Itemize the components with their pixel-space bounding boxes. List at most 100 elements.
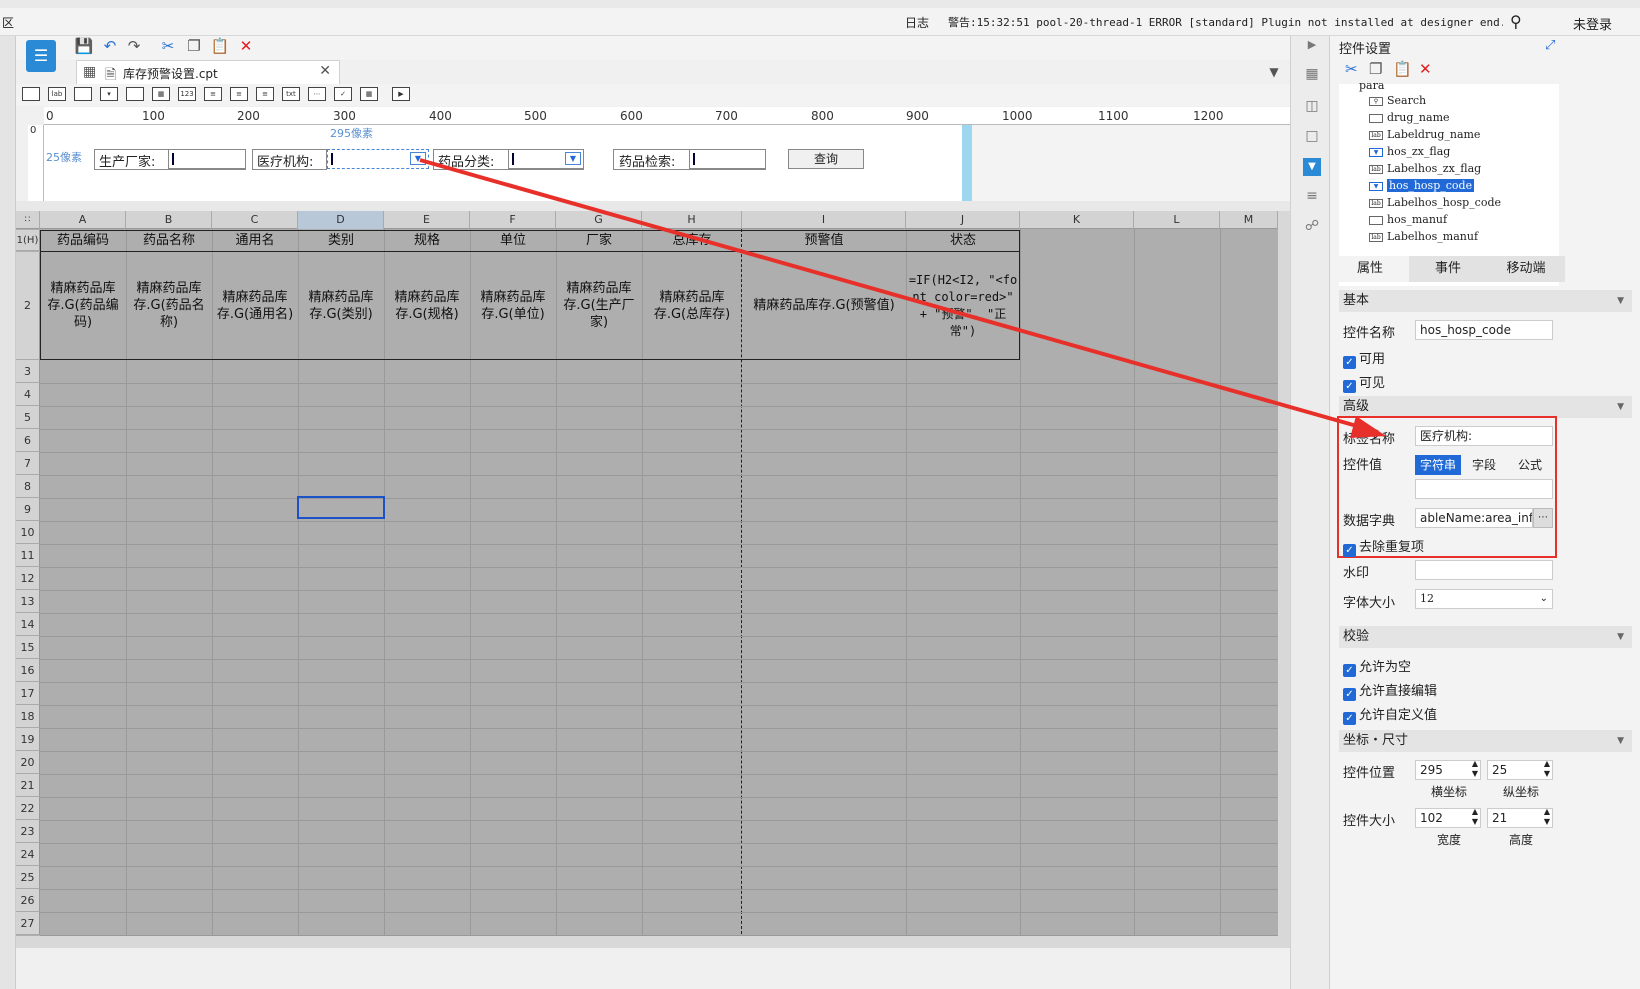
log-label[interactable]: 日志 <box>905 14 929 31</box>
redo-icon[interactable]: ↷ <box>124 36 144 56</box>
row-header[interactable]: 15 <box>16 636 40 659</box>
tree-item-selected[interactable]: ▼ hos_hosp_code <box>1369 179 1475 192</box>
row-header[interactable]: 25 <box>16 866 40 889</box>
checkgroup-widget-icon[interactable]: ✓ <box>334 87 352 101</box>
header-cell[interactable]: 通用名 <box>212 230 298 251</box>
tree-item[interactable]: ▼ hos_zx_flag <box>1369 145 1450 158</box>
split-divider[interactable] <box>16 201 1290 211</box>
section-validation[interactable]: 校验 ▼ <box>1339 626 1632 648</box>
data-cell[interactable]: 精麻药品库存.G(生产厂家) <box>556 252 642 359</box>
delete-icon[interactable]: ✕ <box>1419 60 1432 78</box>
column-header[interactable]: C <box>212 211 298 229</box>
value-type-string[interactable]: 字符串 <box>1415 455 1461 475</box>
data-cell[interactable]: 精麻药品库存.G(总库存) <box>642 252 742 359</box>
row-header[interactable]: 2 <box>16 252 40 360</box>
row-header[interactable]: 24 <box>16 843 40 866</box>
value-input[interactable] <box>1415 479 1553 499</box>
row-header[interactable]: 4 <box>16 383 40 406</box>
manufacturer-input[interactable] <box>168 149 246 169</box>
label-widget-icon[interactable] <box>22 87 40 101</box>
row-header[interactable]: 14 <box>16 613 40 636</box>
row-header[interactable]: 26 <box>16 889 40 912</box>
x-spinner[interactable]: 295 ▲ ▼ <box>1415 760 1481 780</box>
width-spinner[interactable]: 102 ▲ ▼ <box>1415 808 1481 828</box>
template-icon[interactable]: ☰ <box>26 40 56 72</box>
column-header[interactable]: J <box>906 211 1020 229</box>
tab-report[interactable]: ▦ 🗎 库存预警设置.cpt ✕ <box>76 60 340 84</box>
row-header[interactable]: 13 <box>16 590 40 613</box>
header-cell[interactable]: 状态 <box>906 230 1020 251</box>
spinner-arrows-icon[interactable]: ▲ ▼ <box>1472 809 1478 827</box>
undo-icon[interactable]: ↶ <box>100 36 120 56</box>
spreadsheet-grid[interactable]: ∷ A B C D E F G H I J K L M 1(H) 2345678… <box>16 211 1290 936</box>
textarea-widget-icon[interactable]: ≡ <box>204 87 222 101</box>
text-tag-widget-icon[interactable]: txt <box>282 87 300 101</box>
column-header[interactable]: D <box>298 211 384 229</box>
tree-widget-icon[interactable]: ▦ <box>360 87 378 101</box>
header-cell[interactable]: 药品编码 <box>40 230 126 251</box>
cut-icon[interactable]: ✂ <box>158 36 178 56</box>
tree-item[interactable]: lab Labelhos_hosp_code <box>1369 196 1501 209</box>
spinner-arrows-icon[interactable]: ▲ ▼ <box>1472 761 1478 779</box>
row-header[interactable]: 3 <box>16 360 40 383</box>
row-header[interactable]: 20 <box>16 751 40 774</box>
cut-icon[interactable]: ✂ <box>1345 60 1358 78</box>
row-header[interactable]: 12 <box>16 567 40 590</box>
number-widget-icon[interactable]: 123 <box>178 87 196 101</box>
section-basic[interactable]: 基本 ▼ <box>1339 290 1632 312</box>
tree-root[interactable]: para <box>1359 79 1384 92</box>
row-header[interactable]: 17 <box>16 682 40 705</box>
row-header[interactable]: 6 <box>16 429 40 452</box>
column-header[interactable]: M <box>1220 211 1278 229</box>
tree-item[interactable]: hos_manuf <box>1369 213 1447 226</box>
row-header[interactable]: 11 <box>16 544 40 567</box>
column-header[interactable]: A <box>40 211 126 229</box>
widget-name-input[interactable]: hos_hosp_code <box>1415 320 1553 340</box>
search-icon[interactable]: ⚲ <box>1510 12 1522 31</box>
copy-icon[interactable]: ❐ <box>1369 60 1382 78</box>
allow-custom-checkbox[interactable]: ✓ 允许自定义值 <box>1343 704 1437 725</box>
data-cell[interactable]: 精麻药品库存.G(单位) <box>470 252 556 359</box>
chevron-down-icon[interactable]: ⌄ <box>1540 590 1548 608</box>
collapse-right-icon[interactable]: ▶ <box>1303 38 1321 56</box>
y-spinner[interactable]: 25 ▲ ▼ <box>1487 760 1553 780</box>
dedupe-checkbox[interactable]: ✓ 去除重复项 <box>1343 536 1424 557</box>
selected-cell[interactable] <box>297 496 385 519</box>
row-header[interactable]: 18 <box>16 705 40 728</box>
hyperlink-icon[interactable]: ☍ <box>1303 218 1321 236</box>
allow-empty-checkbox[interactable]: ✓ 允许为空 <box>1343 656 1411 677</box>
param-boundary[interactable] <box>962 125 972 201</box>
enabled-checkbox[interactable]: ✓ 可用 <box>1343 348 1385 369</box>
row-header[interactable]: 16 <box>16 659 40 682</box>
row-header[interactable]: 5 <box>16 406 40 429</box>
tab-events[interactable]: 事件 <box>1409 256 1487 282</box>
save-icon[interactable]: 💾 <box>74 36 94 56</box>
tab-properties[interactable]: 属性 <box>1331 256 1409 282</box>
tag-name-input[interactable]: 医疗机构: <box>1415 426 1553 446</box>
column-header[interactable]: H <box>642 211 742 229</box>
section-advanced[interactable]: 高级 ▼ <box>1339 396 1632 418</box>
column-header[interactable]: G <box>556 211 642 229</box>
more-icon[interactable]: ⋯ <box>1533 508 1553 528</box>
tree-item[interactable]: drug_name <box>1369 111 1450 124</box>
row-header[interactable]: 10 <box>16 521 40 544</box>
form-widget-icon[interactable] <box>126 87 144 101</box>
data-cell[interactable]: 精麻药品库存.G(规格) <box>384 252 470 359</box>
hospital-combobox[interactable]: ▼ <box>327 149 429 169</box>
more-widgets-icon[interactable]: ▶ <box>392 87 410 101</box>
column-header[interactable]: B <box>126 211 212 229</box>
tree-item[interactable]: lab Labeldrug_name <box>1369 128 1480 141</box>
dropdown-menu-icon[interactable]: ▼ <box>1264 62 1284 82</box>
copy-icon[interactable]: ❐ <box>184 36 204 56</box>
row-header[interactable]: 22 <box>16 797 40 820</box>
data-cell[interactable]: 精麻药品库存.G(药品编码) <box>40 252 126 359</box>
dictionary-input[interactable]: ableName:area_info] <box>1415 508 1533 528</box>
button-widget-icon[interactable]: ⋯ <box>308 87 326 101</box>
height-spinner[interactable]: 21 ▲ ▼ <box>1487 808 1553 828</box>
formula-cell[interactable]: =IF(H2<I2, "<font color=red>" + "预警", "正… <box>906 252 1020 359</box>
data-cell[interactable]: 精麻药品库存.G(预警值) <box>742 252 906 359</box>
value-type-field[interactable]: 字段 <box>1461 455 1507 475</box>
header-cell[interactable]: 单位 <box>470 230 556 251</box>
login-status[interactable]: 未登录 <box>1573 14 1612 33</box>
header-cell[interactable]: 规格 <box>384 230 470 251</box>
